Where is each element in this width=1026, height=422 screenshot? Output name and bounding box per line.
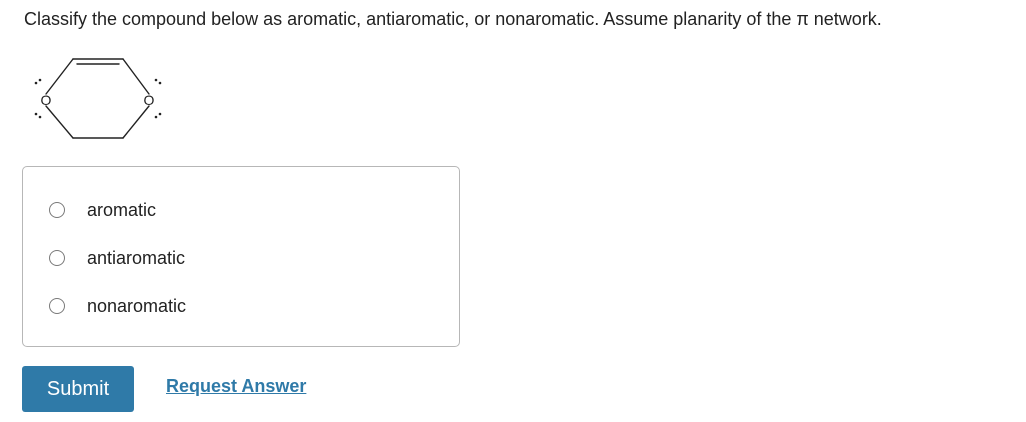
atom-oxygen-right: O	[144, 92, 155, 108]
option-label: antiaromatic	[87, 247, 186, 268]
answer-options-box: aromatic antiaromatic nonaromatic	[22, 166, 460, 347]
question-page: Classify the compound below as aromatic,…	[0, 0, 1026, 422]
radio-button[interactable]	[49, 202, 65, 218]
option-label: aromatic	[87, 199, 157, 220]
option-aromatic[interactable]: aromatic	[49, 198, 156, 222]
option-antiaromatic[interactable]: antiaromatic	[49, 246, 185, 270]
atom-oxygen-left: O	[41, 92, 52, 108]
bond-upper-right	[122, 58, 150, 95]
lone-pairs-right	[154, 78, 162, 119]
bond-lower-left	[45, 105, 74, 139]
radio-button[interactable]	[49, 250, 65, 266]
submit-button[interactable]: Submit	[22, 366, 134, 412]
dioxin-ring-drawing: O O	[34, 58, 162, 139]
molecule-structure: O O	[24, 48, 174, 148]
radio-button[interactable]	[49, 298, 65, 314]
bond-lower-right	[122, 105, 150, 139]
option-label: nonaromatic	[87, 295, 187, 316]
request-answer-link[interactable]: Request Answer	[166, 376, 306, 397]
question-text: Classify the compound below as aromatic,…	[24, 9, 882, 29]
option-nonaromatic[interactable]: nonaromatic	[49, 294, 186, 318]
bond-upper-left	[45, 58, 74, 95]
